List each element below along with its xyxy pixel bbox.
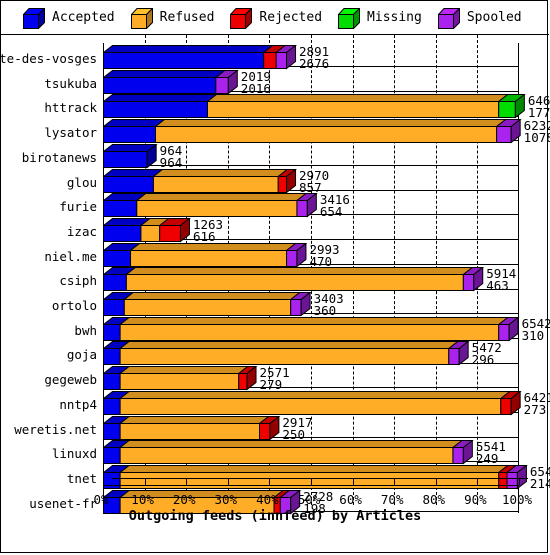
y-axis-label-niel.me: niel.me [44,248,97,264]
legend-item-refused[interactable]: Refused [130,7,215,29]
bar-value-label: 5541 249 [476,440,506,465]
legend-item-accepted[interactable]: Accepted [23,7,115,29]
legend-label: Spooled [466,10,522,25]
legend-item-rejected[interactable]: Rejected [230,7,323,29]
x-tick-label: 20% [172,492,196,507]
bar-value-label: 62321078 [524,119,550,144]
y-axis-label-birotanews: birotanews [21,149,97,165]
bar-value-label: 5472 296 [472,342,502,367]
cube-icon [437,7,460,29]
x-axis-line [103,485,519,486]
y-axis-label-weretis.net: weretis.net [14,421,97,437]
cube-icon [23,7,45,29]
bar-value-label: 5914 463 [486,268,516,293]
bar-value-label: 3403 360 [314,292,344,317]
y-axis-label-ortolo: ortolo [51,298,97,313]
y-axis-label-tsukuba: tsukuba [44,75,97,91]
bar-value-label: 2993 470 [309,243,339,268]
bar-value-label: 2891 2676 [299,45,329,70]
bar-value-label: 1263 616 [193,218,223,243]
bar-value-label: 2970 857 [299,169,329,194]
y-axis-label-gegeweb: gegeweb [44,372,97,388]
x-tick-label: 70% [380,492,404,507]
x-axis-title: Outgoing feeds (innfeed) by Articles [128,508,422,524]
x-tick-label: 90% [464,492,487,507]
x-axis-line-rear [112,478,528,479]
bar-value-label: 6542 310 [522,317,550,342]
bar-value-label: 6421273 [524,391,550,416]
y-axis-label-goja: goja [66,347,97,363]
bar-value-label: 964 964 [160,144,183,169]
y-axis-label-nntp4: nntp4 [59,396,97,412]
chart-container: Accepted Refused Rejected Missing Spooled be… [0,0,550,554]
y-axis-label-httrack: httrack [44,100,97,116]
y-axis-label-glou: glou [66,174,97,190]
bar-value-label: 64661770 [528,95,550,120]
bar-value-label: 2917 250 [282,416,312,441]
x-tick [519,479,520,485]
x-tick-label: 100% [501,492,533,507]
bar-value-label: 2019 2016 [241,70,271,95]
x-tick-label: 50% [297,492,321,507]
x-axis: 0% 10% 20% 30% 40% 50% 60% 70% 80% 90% 100% Outgoi… [1,478,549,524]
plot-area: bete-des-vosges 28912676 tsukuba 20192016 ht… [0,35,550,554]
x-tick-label: 80% [422,492,446,507]
y-axis-label-bete-des-vosges: bete-des-vosges [0,51,97,66]
chart-legend: Accepted Refused Rejected Missing Spooled [1,1,549,35]
y-axis-label-bwh: bwh [74,322,97,338]
x-tick-label: 30% [214,492,238,507]
legend-label: Refused [159,10,215,25]
x-tick-label: 60% [339,492,362,507]
bar-value-label: 3416 654 [320,193,350,218]
y-axis-label-csiph: csiph [59,273,97,289]
y-axis-label-lysator: lysator [44,125,97,141]
cube-icon [230,7,253,29]
y-axis-label-linuxd: linuxd [51,446,97,462]
legend-label: Accepted [52,10,115,25]
bar-value-label: 2571 279 [260,366,290,391]
cube-icon [338,7,361,29]
x-tick-label: 0% [93,492,109,507]
x-tick-label: 40% [256,492,279,507]
y-axis-label-furie: furie [59,199,97,215]
legend-label: Missing [367,10,422,25]
legend-item-missing[interactable]: Missing [338,7,422,29]
legend-label: Rejected [259,10,323,25]
x-tick-label: 10% [131,492,154,507]
legend-item-spooled[interactable]: Spooled [437,7,522,29]
cube-icon [130,7,153,29]
y-axis-label-izac: izac [66,223,97,239]
